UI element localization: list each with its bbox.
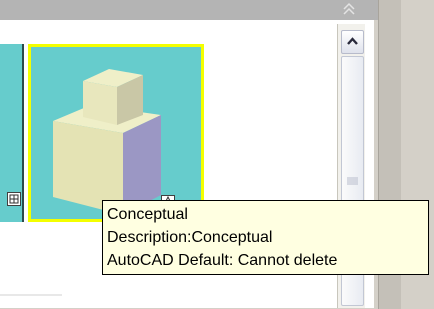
- visual-style-tile-previous[interactable]: [0, 44, 24, 222]
- chevron-up-icon: [347, 37, 358, 45]
- tooltip-title: Conceptual: [107, 206, 188, 223]
- collapse-chevron-icon[interactable]: [337, 0, 361, 18]
- scrollbar-grip-icon: [347, 177, 358, 185]
- conceptual-cube-icon: [53, 69, 161, 215]
- scroll-up-button[interactable]: [341, 30, 364, 54]
- tooltip-note: AutoCAD Default: Cannot delete: [107, 252, 338, 269]
- visual-style-tile-conceptual[interactable]: [28, 44, 204, 222]
- visual-style-tooltip: Conceptual Description:Conceptual AutoCA…: [102, 200, 429, 275]
- tooltip-description: Description:Conceptual: [107, 229, 273, 246]
- separator: [0, 294, 62, 296]
- visual-style-badge-icon: [7, 192, 21, 206]
